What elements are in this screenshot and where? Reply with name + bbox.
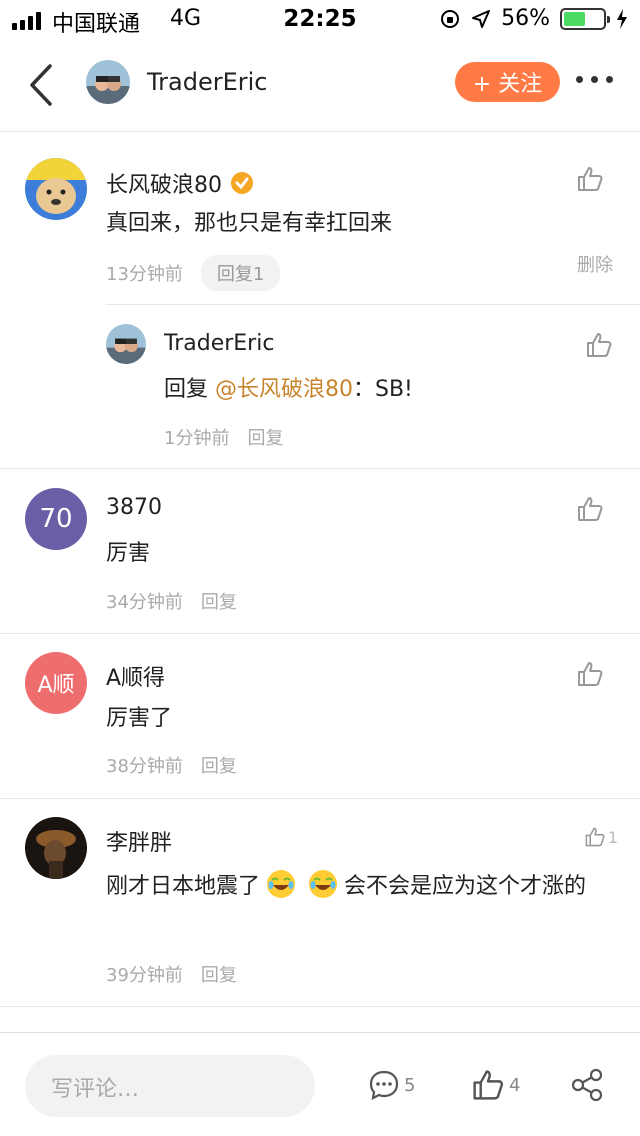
comment-text: 刚才日本地震了 会不会是应为这个才涨的	[106, 869, 604, 904]
avatar[interactable]: A顺	[25, 652, 87, 714]
battery-percent: 56%	[501, 6, 550, 31]
comment-author[interactable]: 长风破浪80	[106, 167, 254, 199]
comment-text: 厉害	[106, 541, 151, 566]
orientation-lock-icon	[441, 9, 460, 28]
reply-button[interactable]: 回复1	[200, 255, 281, 291]
like-count: 1	[607, 827, 618, 847]
bottom-bar: 写评论… 5 4	[0, 1032, 640, 1136]
charging-icon	[617, 8, 627, 29]
like-icon[interactable]	[576, 495, 604, 523]
avatar[interactable]	[106, 324, 146, 364]
avatar[interactable]: 70	[25, 488, 87, 550]
like-button[interactable]: 4	[471, 1068, 520, 1102]
more-icon[interactable]	[576, 76, 613, 83]
comment-item: 70 3870 厉害 34分钟前 回复	[0, 469, 640, 634]
delete-button[interactable]: 删除	[577, 251, 613, 277]
comment-author[interactable]: 李胖胖	[106, 825, 172, 857]
location-icon	[472, 9, 491, 28]
reply-button[interactable]: 回复	[201, 752, 237, 778]
comment-text: 厉害了	[106, 706, 173, 731]
comment-time: 39分钟前	[106, 965, 183, 986]
like-button[interactable]: 1	[584, 823, 618, 851]
laughing-emoji-icon	[309, 870, 338, 898]
reply-item: TraderEric 回复 @长风破浪80：SB! 1分钟前 回复	[106, 304, 640, 469]
like-icon[interactable]	[576, 165, 604, 193]
chevron-left-icon[interactable]	[22, 62, 62, 108]
reply-text: 回复 @长风破浪80：SB!	[164, 377, 413, 402]
comments-button[interactable]: 5	[368, 1069, 415, 1101]
nav-bar: TraderEric + 关注	[0, 40, 640, 132]
comment-time: 13分钟前	[106, 264, 183, 285]
avatar[interactable]	[86, 60, 130, 104]
follow-button[interactable]: + 关注	[455, 62, 560, 102]
like-icon[interactable]	[576, 660, 604, 688]
comment-text: 真回来，那也只是有幸扛回来	[106, 211, 393, 236]
like-icon	[585, 827, 605, 847]
status-bar: 中国联通 4G 22:25 56%	[0, 0, 640, 40]
like-icon	[473, 1070, 504, 1100]
battery-icon	[560, 7, 610, 30]
like-count: 4	[509, 1074, 521, 1096]
avatar[interactable]	[25, 817, 87, 879]
mention-link[interactable]: @长风破浪80	[215, 377, 353, 402]
like-icon[interactable]	[585, 331, 613, 359]
comment-time: 34分钟前	[106, 592, 183, 613]
comment-item: 长风破浪80 真回来，那也只是有幸扛回来 13分钟前 回复1 删除 Trader…	[0, 133, 640, 469]
laughing-emoji-icon	[267, 870, 296, 898]
comment-author[interactable]: 3870	[106, 495, 162, 520]
reply-button[interactable]: 回复	[247, 424, 283, 450]
reply-button[interactable]: 回复	[201, 588, 237, 614]
verified-badge-icon	[231, 172, 253, 194]
share-icon[interactable]	[570, 1068, 604, 1102]
comment-count: 5	[404, 1074, 416, 1096]
comment-time: 38分钟前	[106, 756, 183, 777]
comment-input[interactable]: 写评论…	[25, 1055, 315, 1117]
reply-button[interactable]: 回复	[201, 961, 237, 987]
reply-author[interactable]: TraderEric	[164, 331, 274, 356]
comment-bubble-icon	[369, 1070, 399, 1100]
comment-author[interactable]: A顺得	[106, 660, 165, 692]
avatar[interactable]	[25, 158, 87, 220]
reply-time: 1分钟前	[164, 428, 230, 449]
comment-item: A顺 A顺得 厉害了 38分钟前 回复	[0, 634, 640, 799]
page-title[interactable]: TraderEric	[147, 68, 267, 96]
comment-item: 李胖胖 1 刚才日本地震了 会不会是应为这个才涨的 39分钟前 回复	[0, 799, 640, 1007]
